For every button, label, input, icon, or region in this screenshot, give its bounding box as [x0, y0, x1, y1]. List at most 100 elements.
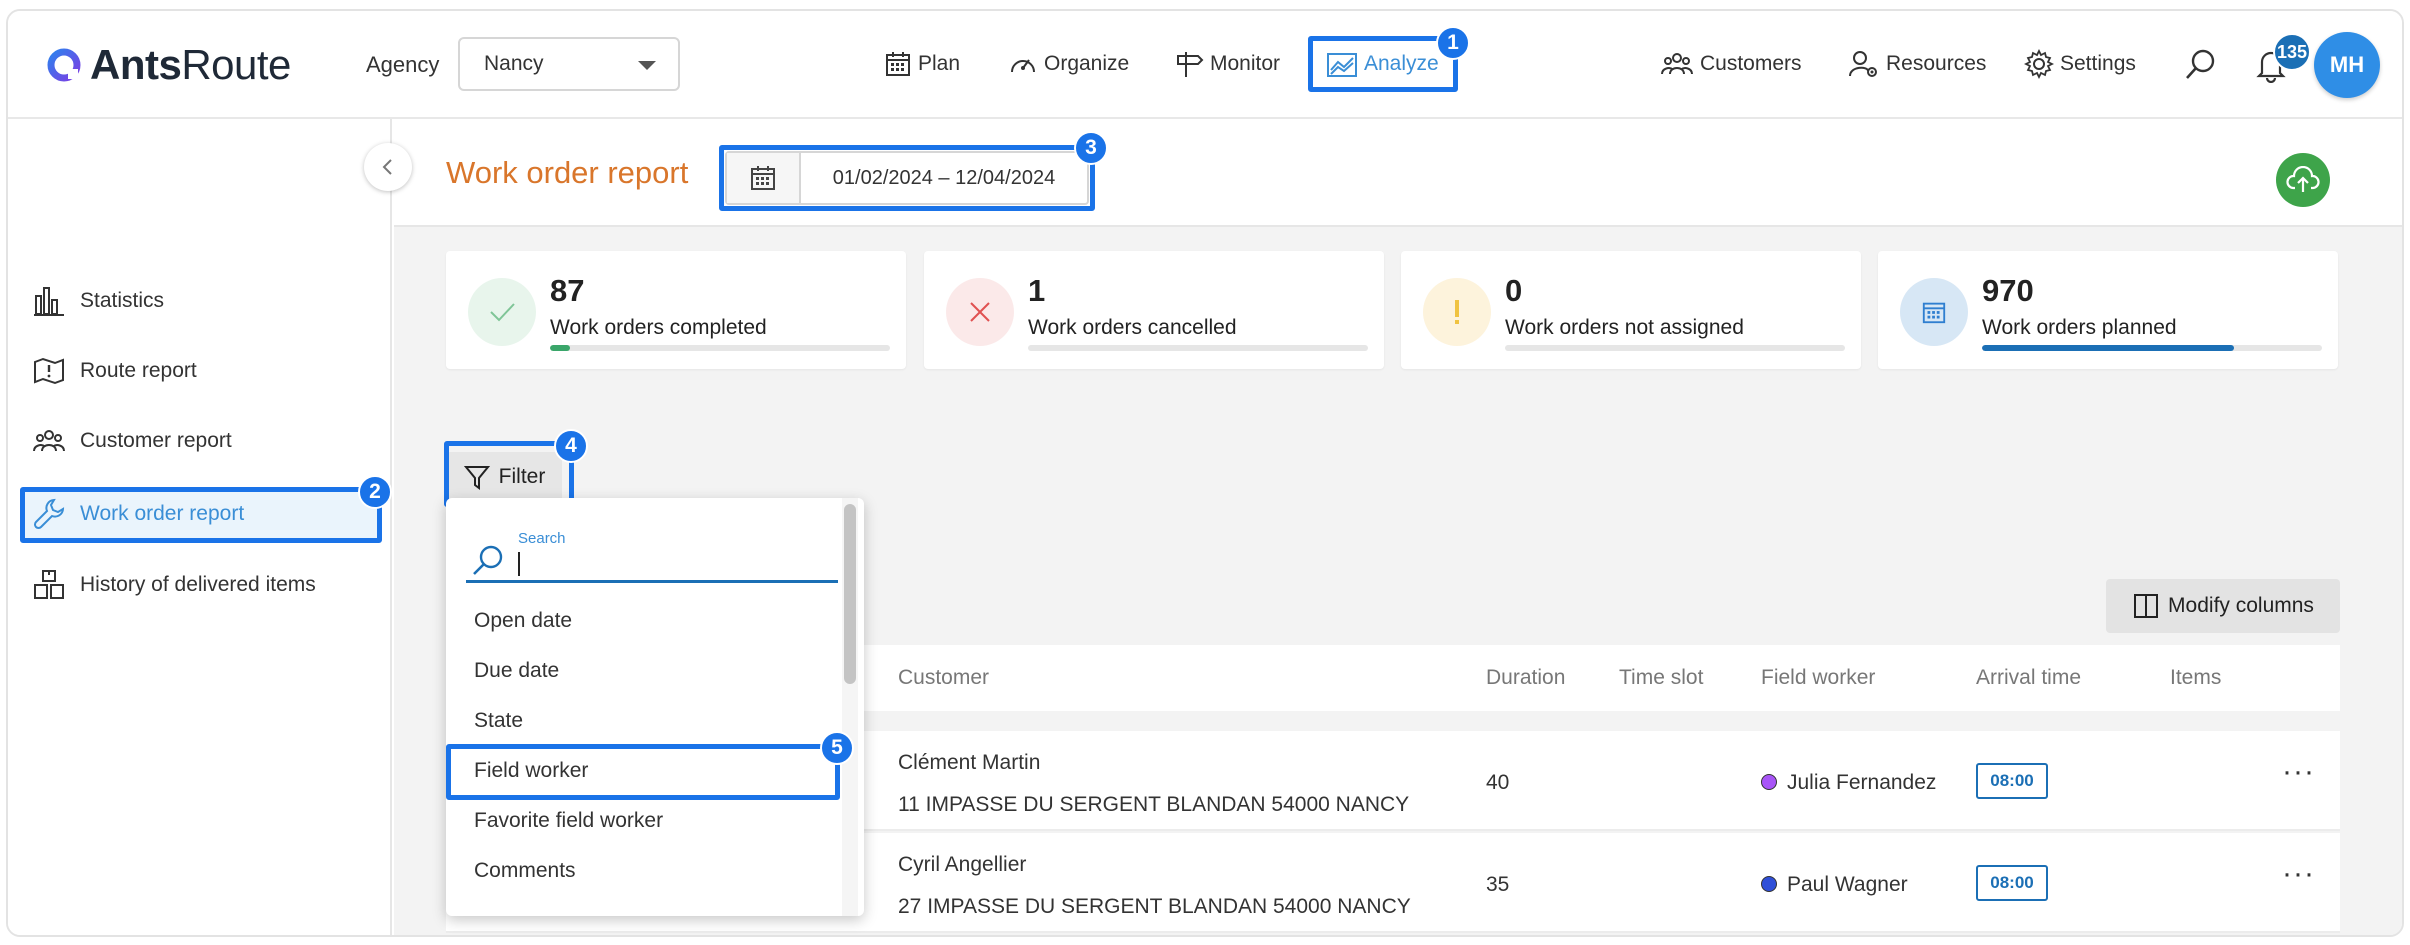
- close-icon: [946, 278, 1014, 346]
- customer-name: Cyril Angellier: [898, 853, 1027, 876]
- sidebar-item-route-report[interactable]: Route report: [32, 347, 197, 395]
- sidebar: Statistics Route report Customer report …: [8, 119, 392, 935]
- logo-icon: [47, 48, 81, 82]
- boxes-icon: [34, 570, 64, 599]
- modify-columns-button[interactable]: Modify columns: [2106, 579, 2340, 633]
- arrival-time-chip: 08:00: [1976, 763, 2048, 799]
- column-header-field-worker[interactable]: Field worker: [1761, 666, 1875, 690]
- top-header: AntsRoute Agency Nancy Plan Organize Mon…: [8, 11, 2402, 119]
- nav-customers[interactable]: Customers: [1660, 41, 1802, 87]
- filter-option-comments[interactable]: Comments: [474, 859, 576, 883]
- column-header-items[interactable]: Items: [2170, 666, 2221, 690]
- user-gear-icon: [1849, 51, 1877, 77]
- stat-value: 970: [1982, 273, 2034, 308]
- agency-select[interactable]: Nancy: [458, 37, 680, 91]
- stat-card-cancelled: 1 Work orders cancelled: [924, 251, 1384, 369]
- more-options-icon[interactable]: ···: [2282, 755, 2315, 789]
- stat-value: 87: [550, 273, 585, 308]
- agency-label: Agency: [366, 52, 440, 77]
- nav-settings[interactable]: Settings: [2024, 41, 2136, 87]
- nav-monitor-label: Monitor: [1210, 52, 1281, 75]
- filter-dropdown: Search Open date Due date State Field wo…: [446, 498, 864, 916]
- nav-organize[interactable]: Organize: [1008, 41, 1129, 87]
- duration-value: 35: [1486, 873, 1510, 896]
- worker-color-dot: [1761, 876, 1777, 892]
- worker-color-dot: [1761, 774, 1777, 790]
- route-icon: [34, 357, 64, 385]
- nav-resources-label: Resources: [1886, 52, 1987, 75]
- sidebar-item-label: Route report: [80, 359, 197, 382]
- filter-option-state[interactable]: State: [474, 709, 523, 733]
- customer-address: 11 IMPASSE DU SERGENT BLANDAN 54000 NANC…: [898, 793, 1410, 816]
- column-header-arrival-time[interactable]: Arrival time: [1976, 666, 2081, 690]
- stat-value: 1: [1028, 273, 1046, 308]
- dropdown-scrollbar[interactable]: [844, 504, 856, 684]
- step-badge-1: 1: [1436, 26, 1470, 60]
- gauge-icon: [1011, 59, 1035, 73]
- sidebar-item-label: Statistics: [80, 289, 165, 312]
- step-badge-4: 4: [554, 429, 588, 463]
- customer-address: 27 IMPASSE DU SERGENT BLANDAN 54000 NANC…: [898, 895, 1411, 918]
- stat-progress-fill: [550, 345, 571, 351]
- highlight-work-order-report: [20, 487, 382, 543]
- antsroute-logo[interactable]: AntsRoute: [46, 41, 291, 89]
- stat-progress-bar: [1505, 345, 1845, 351]
- stat-label: Work orders cancelled: [1028, 316, 1237, 339]
- stat-label: Work orders not assigned: [1505, 316, 1744, 339]
- page-titlebar: Work order report 01/02/2024 – 12/04/202…: [394, 119, 2402, 227]
- collapse-sidebar-button[interactable]: [364, 143, 412, 191]
- filter-option-due-date[interactable]: Due date: [474, 659, 559, 683]
- nav-monitor[interactable]: Monitor: [1174, 41, 1280, 87]
- modify-columns-label: Modify columns: [2168, 594, 2314, 617]
- search-icon: [2186, 49, 2215, 79]
- sidebar-item-label: Customer report: [80, 429, 232, 452]
- step-badge-3: 3: [1074, 131, 1108, 165]
- cloud-upload-icon: [2286, 166, 2320, 192]
- check-icon: [468, 278, 536, 346]
- export-cloud-button[interactable]: [2276, 153, 2330, 207]
- filter-option-favorite-field-worker[interactable]: Favorite field worker: [474, 809, 663, 833]
- stat-card-not-assigned: 0 Work orders not assigned: [1401, 251, 1861, 369]
- stat-progress-fill: [1982, 345, 2234, 351]
- user-avatar[interactable]: MH: [2314, 32, 2380, 98]
- nav-plan[interactable]: Plan: [884, 41, 960, 87]
- highlight-field-worker: [446, 744, 840, 800]
- stat-progress-bar: [1028, 345, 1368, 351]
- chevron-down-icon: [638, 61, 656, 70]
- sidebar-item-statistics[interactable]: Statistics: [32, 277, 164, 325]
- column-header-duration[interactable]: Duration: [1486, 666, 1565, 690]
- stat-progress-bar: [1982, 345, 2322, 351]
- page-title: Work order report: [446, 155, 689, 190]
- stat-value: 0: [1505, 273, 1523, 308]
- field-worker-cell: Paul Wagner: [1761, 873, 1908, 897]
- duration-value: 40: [1486, 771, 1510, 794]
- people-icon: [33, 430, 65, 452]
- sidebar-item-label: History of delivered items: [80, 573, 316, 596]
- chevron-left-icon: [382, 159, 392, 175]
- app-window: AntsRoute Agency Nancy Plan Organize Mon…: [6, 9, 2404, 937]
- sidebar-item-customer-report[interactable]: Customer report: [32, 417, 232, 465]
- search-input[interactable]: [518, 552, 520, 576]
- step-badge-5: 5: [820, 731, 854, 765]
- customer-name: Clément Martin: [898, 751, 1041, 774]
- search-icon: [473, 545, 503, 575]
- search-button[interactable]: [2184, 47, 2218, 86]
- signpost-icon: [1177, 52, 1204, 77]
- nav-resources[interactable]: Resources: [1848, 41, 1986, 87]
- logo-text-light: Route: [181, 41, 291, 88]
- column-header-customer[interactable]: Customer: [898, 666, 989, 690]
- highlight-date-range: [719, 145, 1095, 211]
- stat-label: Work orders completed: [550, 316, 767, 339]
- more-options-icon[interactable]: ···: [2282, 857, 2315, 891]
- field-worker-name: Julia Fernandez: [1787, 771, 1937, 794]
- column-header-time-slot[interactable]: Time slot: [1619, 666, 1703, 690]
- field-worker-cell: Julia Fernandez: [1761, 771, 1936, 795]
- stat-card-planned: 970 Work orders planned: [1878, 251, 2338, 369]
- filter-option-open-date[interactable]: Open date: [474, 609, 572, 633]
- search-underline: [466, 580, 838, 583]
- sidebar-item-history-delivered[interactable]: History of delivered items: [32, 561, 316, 609]
- stat-progress-bar: [550, 345, 890, 351]
- gear-icon: [2024, 49, 2054, 79]
- agency-value: Nancy: [484, 52, 544, 75]
- stat-card-completed: 87 Work orders completed: [446, 251, 906, 369]
